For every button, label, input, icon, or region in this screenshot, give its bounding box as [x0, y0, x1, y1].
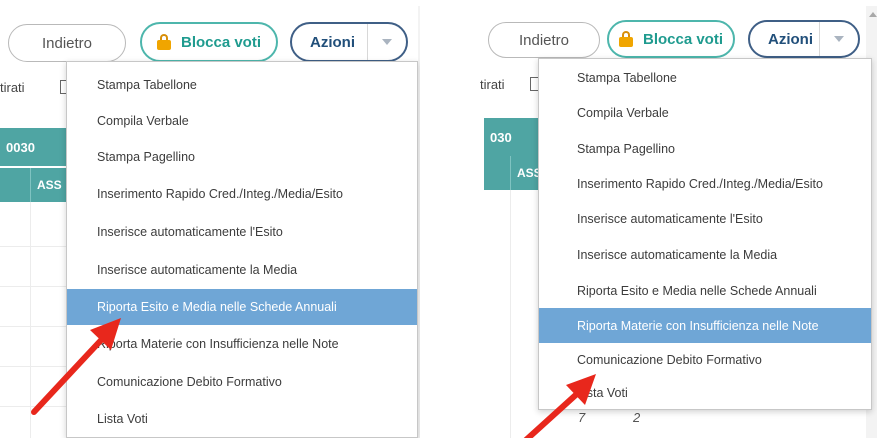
- back-button[interactable]: Indietro: [8, 24, 126, 62]
- menu-item-inserimento-rapido[interactable]: Inserimento Rapido Cred./Integ./Media/Es…: [67, 175, 417, 213]
- menu-item-riporta-materie-insufficienza[interactable]: Riporta Materie con Insufficienza nelle …: [539, 308, 871, 343]
- menu-item-comunicazione-debito[interactable]: Comunicazione Debito Formativo: [539, 343, 871, 377]
- caret-down-icon: [382, 39, 392, 45]
- menu-item-stampa-tabellone[interactable]: Stampa Tabellone: [67, 67, 417, 103]
- actions-label-2: Azioni: [768, 30, 813, 48]
- lock-grades-label-2: Blocca voti: [642, 30, 724, 48]
- menu-item-riporta-materie-insufficienza[interactable]: Riporta Materie con Insufficienza nelle …: [67, 325, 417, 363]
- menu-item-inserisce-esito[interactable]: Inserisce automaticamente l'Esito: [539, 201, 871, 237]
- table-code-text-2: 030: [490, 129, 512, 145]
- menu-item-lista-voti[interactable]: Lista Voti: [67, 401, 417, 437]
- actions-dropdown-menu: Stampa Tabellone Compila Verbale Stampa …: [66, 61, 418, 438]
- table-subheader-2: ASS: [484, 156, 542, 190]
- actions-dropdown-toggle[interactable]: [367, 24, 406, 60]
- lock-icon: [156, 34, 171, 50]
- lock-grades-button[interactable]: Blocca voti: [140, 22, 278, 62]
- table-code-text: 0030: [6, 139, 35, 155]
- back-button-label: Indietro: [41, 34, 93, 52]
- screenshot-left-panel: Indietro Blocca voti Azioni tirati 0030 …: [0, 0, 420, 438]
- back-button-label-2: Indietro: [518, 31, 570, 49]
- menu-item-inserisce-esito[interactable]: Inserisce automaticamente l'Esito: [67, 213, 417, 251]
- scroll-up-icon-2[interactable]: [869, 12, 877, 17]
- grade-cell: 2: [633, 410, 641, 425]
- menu-item-stampa-tabellone[interactable]: Stampa Tabellone: [539, 61, 871, 95]
- menu-item-comunicazione-debito[interactable]: Comunicazione Debito Formativo: [67, 363, 417, 401]
- filter-label: tirati: [0, 80, 25, 95]
- actions-button[interactable]: Azioni: [290, 22, 408, 62]
- menu-item-riporta-esito-media[interactable]: Riporta Esito e Media nelle Schede Annua…: [539, 273, 871, 309]
- menu-item-lista-voti[interactable]: Lista Voti: [539, 377, 871, 409]
- actions-label: Azioni: [310, 33, 355, 51]
- filter-label-2: tirati: [480, 77, 505, 92]
- menu-item-inserisce-media[interactable]: Inserisce automaticamente la Media: [67, 251, 417, 289]
- back-button-2[interactable]: Indietro: [488, 22, 600, 58]
- menu-item-inserimento-rapido[interactable]: Inserimento Rapido Cred./Integ./Media/Es…: [539, 167, 871, 201]
- grade-cell: 7: [578, 410, 586, 425]
- caret-down-icon: [834, 36, 844, 42]
- lock-icon: [618, 31, 633, 47]
- menu-item-inserisce-media[interactable]: Inserisce automaticamente la Media: [539, 237, 871, 273]
- menu-item-riporta-esito-media[interactable]: Riporta Esito e Media nelle Schede Annua…: [67, 289, 417, 325]
- actions-dropdown-menu-2: Stampa Tabellone Compila Verbale Stampa …: [538, 58, 872, 410]
- column-header-text: ASS: [37, 178, 62, 192]
- lock-grades-button-2[interactable]: Blocca voti: [607, 20, 735, 58]
- actions-dropdown-toggle-2[interactable]: [819, 22, 858, 56]
- menu-item-compila-verbale[interactable]: Compila Verbale: [67, 103, 417, 139]
- menu-item-compila-verbale[interactable]: Compila Verbale: [539, 95, 871, 131]
- menu-item-stampa-pagellino[interactable]: Stampa Pagellino: [67, 139, 417, 175]
- table-header-code: 0030: [0, 128, 66, 166]
- panel-separator: [420, 0, 466, 438]
- screenshot-right-panel: Indietro Blocca voti Azioni tirati 030 A…: [466, 0, 877, 438]
- table-subheader: ASS: [0, 168, 66, 202]
- actions-button-2[interactable]: Azioni: [748, 20, 860, 58]
- menu-item-stampa-pagellino[interactable]: Stampa Pagellino: [539, 131, 871, 167]
- lock-grades-label: Blocca voti: [180, 33, 262, 51]
- table-header-code-2: 030: [484, 118, 540, 156]
